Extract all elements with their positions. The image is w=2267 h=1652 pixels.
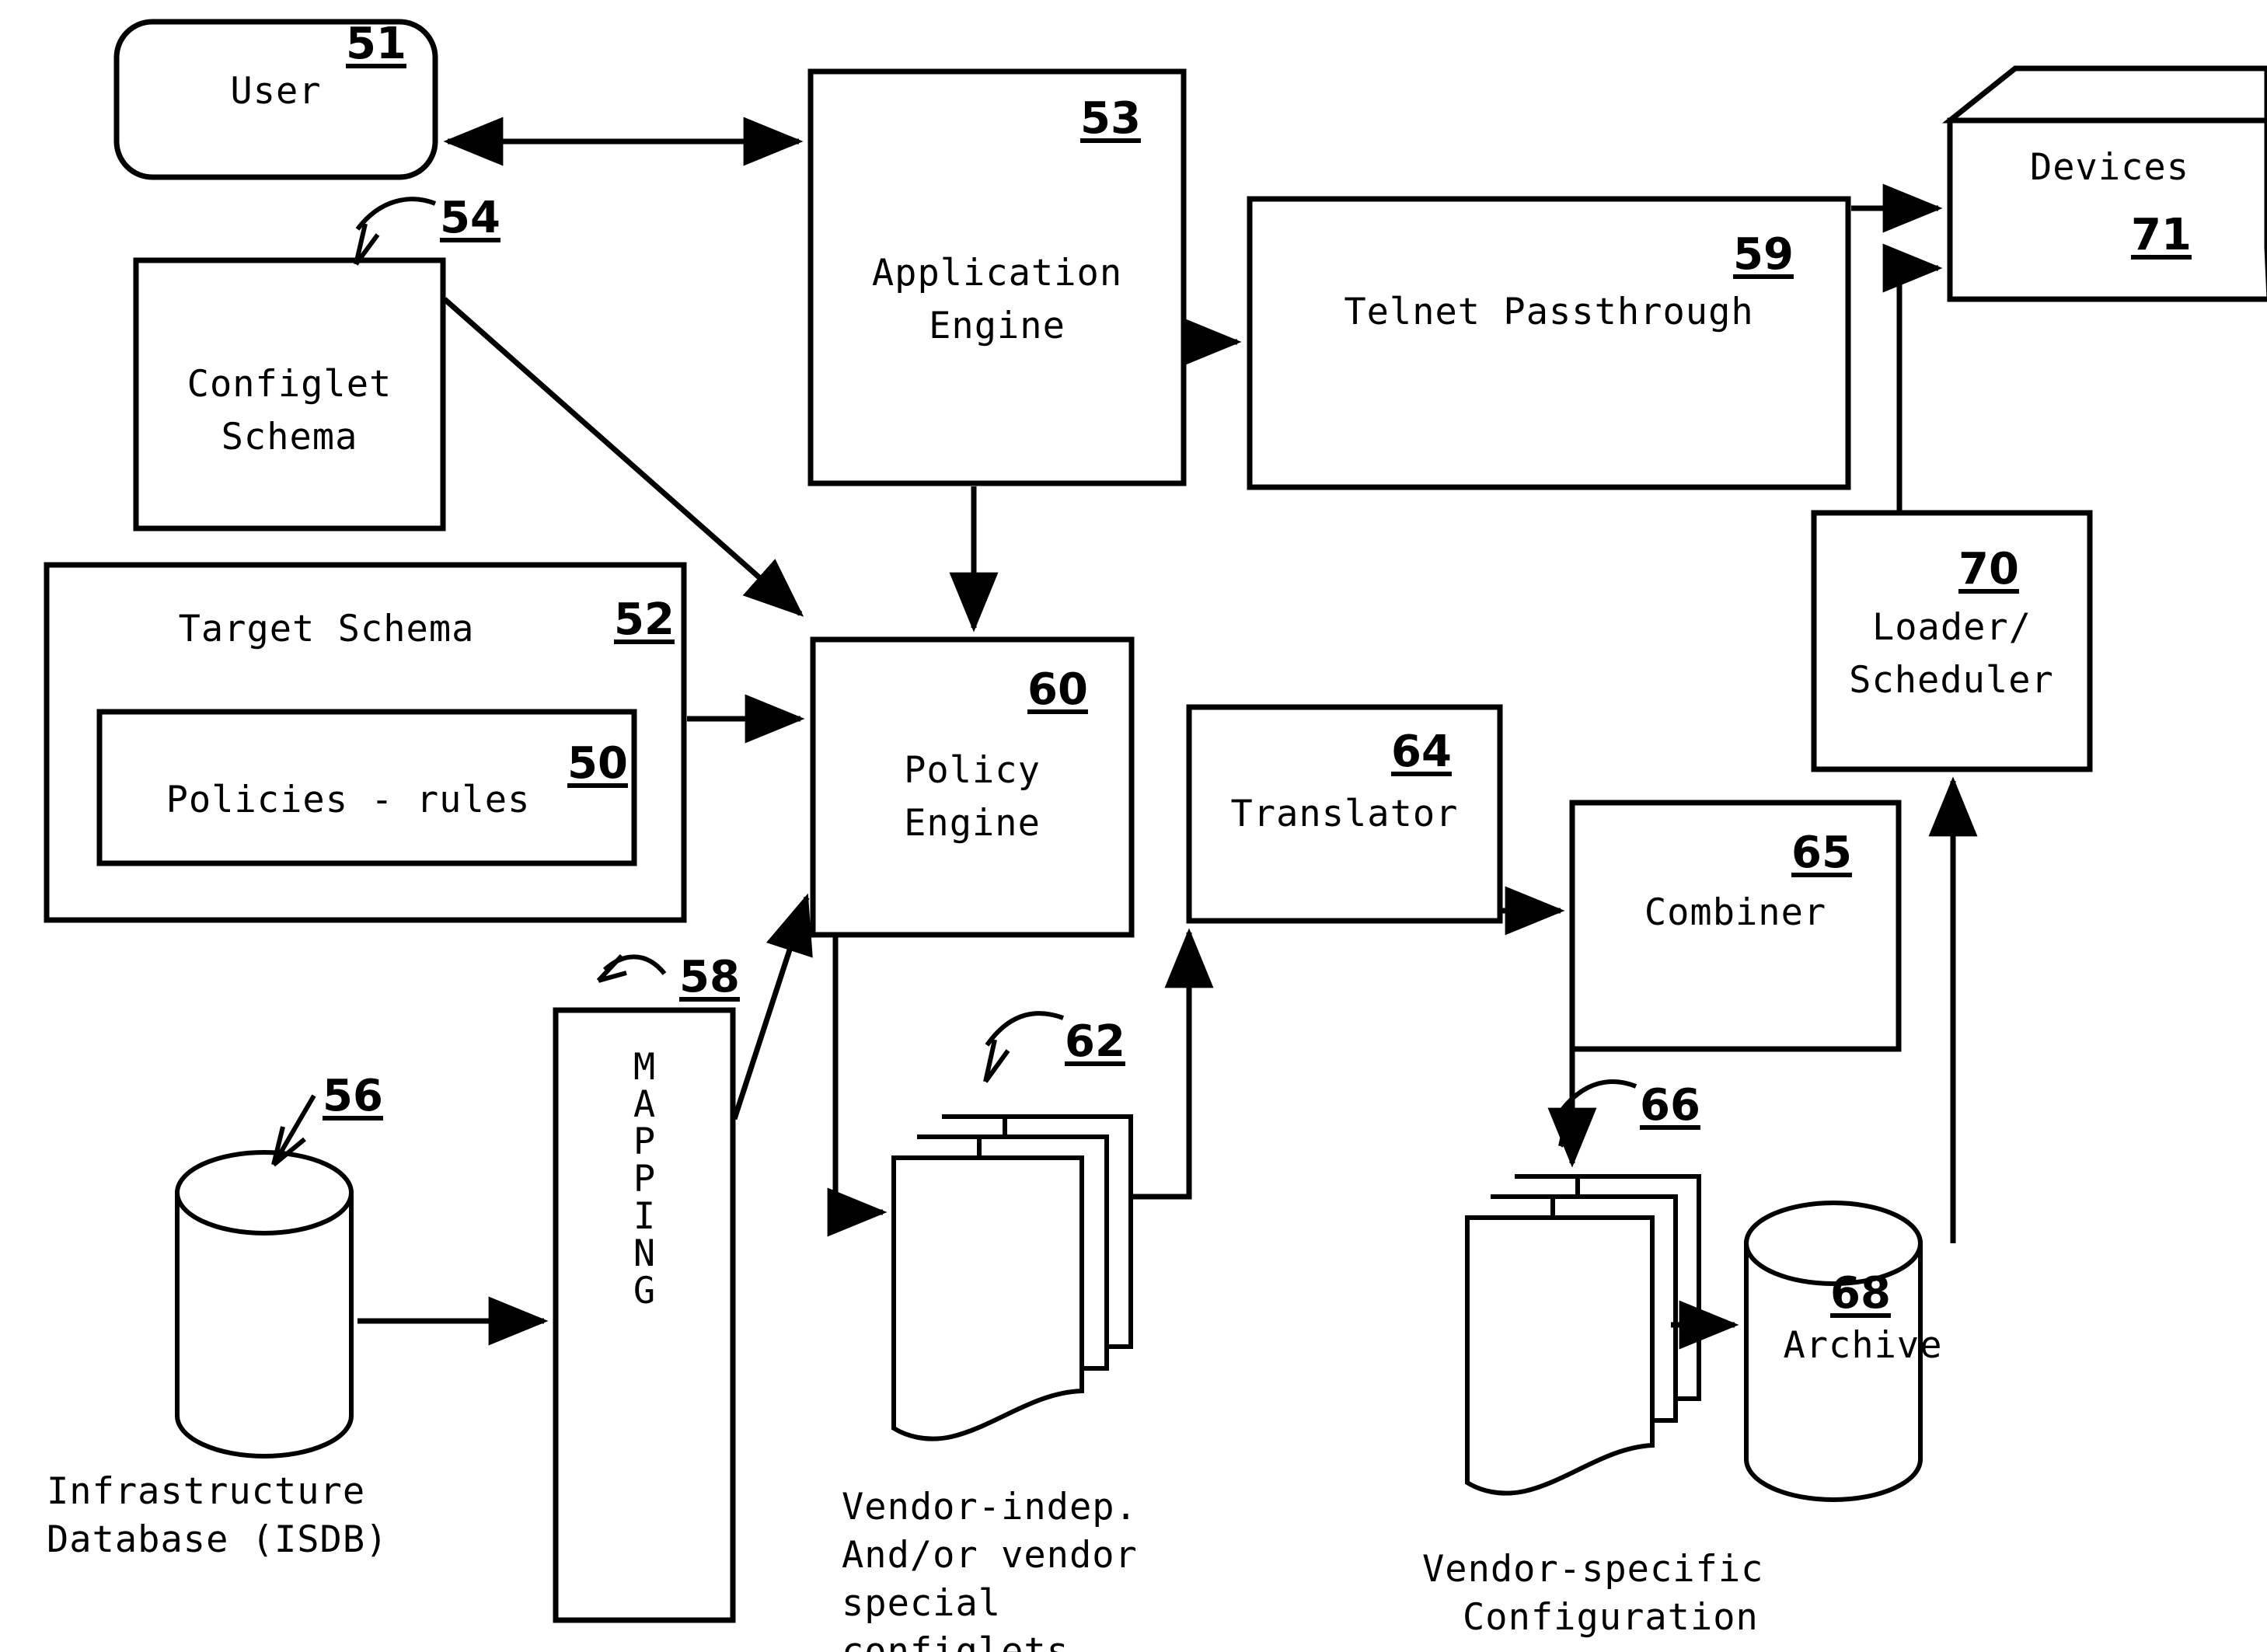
policies-label: Policies - rules	[166, 779, 531, 821]
connector-loader-devices	[1882, 243, 1943, 513]
connector-configlets-translator	[1131, 928, 1214, 1200]
mapping-letter: M	[633, 1046, 656, 1089]
ref-numeral-65: 65	[1791, 828, 1852, 878]
loader-scheduler-label-line1: Loader/	[1871, 606, 2032, 649]
leader-54	[354, 197, 437, 266]
translator-label: Translator	[1230, 793, 1459, 835]
combiner-label: Combiner	[1644, 891, 1827, 934]
ref-numeral-60: 60	[1027, 664, 1088, 715]
diagram-vector-layer	[44, 19, 2267, 1623]
configlet-schema-label-line2: Schema	[221, 416, 358, 458]
application-engine-label-line1: Application	[871, 252, 1123, 295]
mapping-letter: A	[633, 1082, 656, 1126]
configlet-schema-label-line1: Configlet	[187, 363, 392, 406]
ref-numeral-52: 52	[614, 594, 675, 645]
target-schema-label: Target Schema	[178, 608, 475, 650]
devices-label: Devices	[2029, 146, 2190, 189]
vendorconf-caption-line2: Configuration	[1463, 1596, 1759, 1639]
ref-numeral-68: 68	[1830, 1268, 1891, 1319]
ref-numeral-70: 70	[1958, 544, 2019, 594]
policy-engine-label-line2: Engine	[904, 802, 1041, 845]
vendorconf-caption-line1: Vendor-specific	[1422, 1548, 1764, 1591]
ref-numeral-54: 54	[440, 193, 500, 243]
isdb-cylinder-shape	[175, 1150, 354, 1459]
user-box-label: User	[230, 70, 322, 113]
connector-policyengine-configlets	[827, 937, 888, 1237]
mapping-letter: G	[633, 1269, 656, 1312]
mapping-letter: I	[633, 1194, 656, 1238]
ref-numeral-51: 51	[346, 19, 406, 69]
telnet-passthrough-label: Telnet Passthrough	[1344, 291, 1754, 333]
ref-numeral-64: 64	[1391, 727, 1452, 777]
configlets-caption-line2: And/or vendor	[842, 1534, 1138, 1577]
mapping-letter: P	[633, 1157, 656, 1201]
ref-numeral-53: 53	[1080, 93, 1141, 144]
application-engine-label-line2: Engine	[929, 305, 1065, 347]
loader-scheduler-label-line2: Scheduler	[1849, 659, 2054, 702]
vendor-config-document-stack-shape	[1465, 1174, 1701, 1496]
configlets-caption-line1: Vendor-indep.	[842, 1486, 1138, 1528]
ref-numeral-56: 56	[323, 1071, 383, 1121]
mapping-label-vertical: M A P P I N G	[556, 1049, 733, 1310]
ref-numeral-59: 59	[1733, 229, 1794, 280]
isdb-caption-line1: Infrastructure	[47, 1470, 366, 1513]
connector-mapping-policyengine	[731, 893, 813, 1121]
diagram-canvas: User 51 Configlet Schema 54 Target Schem…	[0, 0, 2267, 1652]
configlets-caption-line3: special	[842, 1582, 1002, 1625]
leader-58	[596, 953, 667, 983]
mapping-letter: P	[633, 1120, 656, 1163]
configlets-caption-line4: configlets	[842, 1630, 1069, 1652]
ref-numeral-66: 66	[1640, 1080, 1700, 1131]
archive-label: Archive	[1783, 1324, 1943, 1367]
configlets-document-stack-shape	[891, 1114, 1133, 1441]
ref-numeral-58: 58	[679, 952, 740, 1002]
ref-numeral-71: 71	[2131, 210, 2192, 260]
ref-numeral-50: 50	[567, 738, 628, 789]
ref-numeral-62: 62	[1065, 1016, 1125, 1067]
leader-62	[983, 1011, 1065, 1083]
mapping-letter: N	[633, 1232, 656, 1275]
policy-engine-label-line1: Policy	[904, 749, 1041, 792]
isdb-caption-line2: Database (ISDB)	[47, 1518, 389, 1561]
